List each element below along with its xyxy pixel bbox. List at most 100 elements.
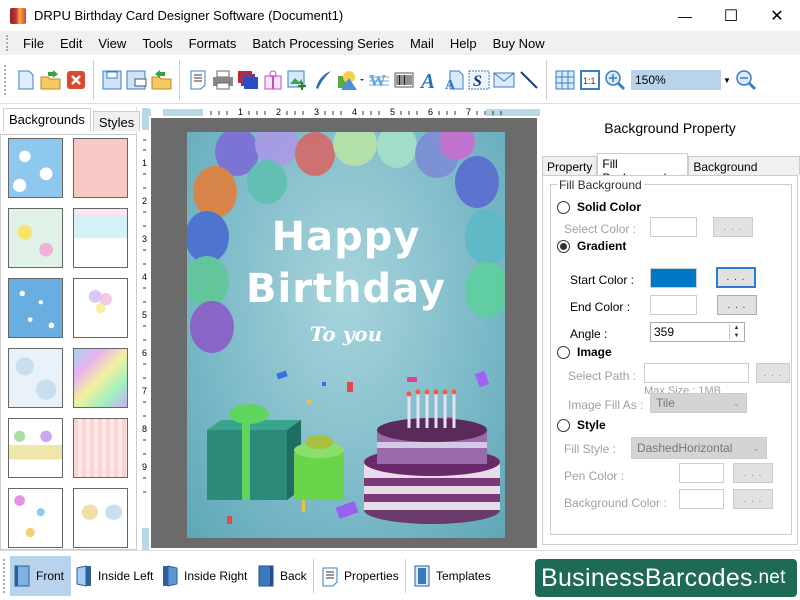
menu-file[interactable]: File	[15, 36, 52, 51]
actual-size-button[interactable]: 1:1	[579, 69, 601, 91]
thumbnail-hearts-stripes[interactable]	[73, 418, 128, 478]
signature-button[interactable]: S	[468, 69, 490, 91]
menu-help[interactable]: Help	[442, 36, 485, 51]
menu-batch-processing[interactable]: Batch Processing Series	[244, 36, 402, 51]
menu-tools[interactable]: Tools	[134, 36, 180, 51]
insert-image-button[interactable]	[287, 69, 309, 91]
page-back-button[interactable]: Back	[254, 556, 311, 596]
watermark-button[interactable]: W	[368, 69, 390, 91]
bottom-bar-separator	[405, 559, 406, 593]
page-inside-left-button[interactable]: Inside Left	[72, 556, 157, 596]
barcode-button[interactable]	[393, 69, 415, 91]
svg-text:S: S	[473, 73, 482, 90]
image-label: Image	[577, 345, 612, 359]
angle-spinner[interactable]: 359 ▲ ▼	[650, 322, 745, 342]
gift-button[interactable]	[262, 69, 284, 91]
toolbar-separator	[546, 60, 547, 100]
style-background-color-swatch[interactable]	[679, 489, 724, 509]
card-text-to-you[interactable]: To you	[187, 322, 505, 346]
image-path-input[interactable]	[644, 363, 749, 383]
word-art-button[interactable]: A	[443, 69, 465, 91]
thumbnail-pastel-landscape[interactable]	[73, 208, 128, 268]
spinner-arrows-icon[interactable]: ▲ ▼	[729, 324, 743, 340]
close-button[interactable]: ✕	[754, 0, 800, 31]
minimize-button[interactable]: —	[662, 0, 708, 31]
menu-mail[interactable]: Mail	[402, 36, 442, 51]
ruler-h-label: 2	[276, 107, 282, 117]
new-document-button[interactable]	[15, 69, 37, 91]
thumbnail-blue-clouds[interactable]	[8, 138, 63, 198]
layers-button[interactable]	[237, 69, 259, 91]
menu-buy-now[interactable]: Buy Now	[485, 36, 553, 51]
birthday-card[interactable]: Happy Birthday To you	[187, 132, 505, 538]
shapes-button[interactable]	[337, 69, 365, 91]
thumbnail-colorful-hearts[interactable]	[8, 488, 63, 548]
solid-color-browse-button[interactable]: . . .	[713, 217, 753, 237]
open-button[interactable]	[40, 69, 62, 91]
thumbnail-balloon-bunches[interactable]	[73, 488, 128, 548]
style-radio[interactable]: Style	[557, 418, 606, 432]
zoom-dropdown-arrow[interactable]: ▼	[721, 76, 733, 85]
thumbnail-flowers[interactable]	[8, 208, 63, 268]
thumbnail-happy-birthday[interactable]	[8, 418, 63, 478]
save-button[interactable]	[101, 69, 123, 91]
maximize-button[interactable]: ☐	[708, 0, 754, 31]
zoom-level-input[interactable]: 150%	[631, 70, 721, 90]
actual-size-icon: 1:1	[579, 70, 600, 90]
print-button[interactable]	[212, 69, 234, 91]
start-color-label: Start Color :	[570, 273, 635, 287]
zoom-out-button[interactable]	[735, 69, 757, 91]
thumbnail-stars[interactable]	[8, 278, 63, 338]
thumbnail-pink-hearts[interactable]	[73, 138, 128, 198]
end-color-swatch[interactable]	[650, 295, 697, 315]
tab-background-effects[interactable]: Background Effects	[688, 156, 800, 188]
end-color-browse-button[interactable]: . . .	[717, 295, 757, 315]
thumbnail-balloons[interactable]	[73, 278, 128, 338]
text-button[interactable]: A	[418, 69, 440, 91]
gradient-radio[interactable]: Gradient	[557, 239, 626, 253]
save-as-button[interactable]	[126, 69, 148, 91]
menu-formats[interactable]: Formats	[181, 36, 245, 51]
line-button[interactable]	[518, 69, 540, 91]
start-color-browse-button[interactable]: . . .	[716, 267, 756, 288]
card-text-happy[interactable]: Happy	[187, 214, 505, 260]
design-canvas[interactable]: Happy Birthday To you	[151, 118, 537, 548]
ruler-v-label: 8	[142, 424, 148, 434]
tab-backgrounds[interactable]: Backgrounds	[3, 108, 91, 131]
toolbar: W A A S 1:1 150% ▼	[0, 57, 800, 104]
templates-button[interactable]: Templates	[410, 556, 495, 596]
properties-button[interactable]: Properties	[318, 556, 403, 596]
image-path-browse-button[interactable]: . . .	[756, 363, 790, 383]
templates-label: Templates	[436, 569, 491, 583]
fill-style-dropdown[interactable]: DashedHorizontal ⌄	[631, 437, 767, 459]
zoom-in-button[interactable]	[604, 69, 626, 91]
image-radio[interactable]: Image	[557, 345, 612, 359]
card-text-birthday[interactable]: Birthday	[187, 266, 505, 312]
grid-button[interactable]	[554, 69, 576, 91]
page-front-button[interactable]: Front	[10, 556, 71, 596]
page-properties-button[interactable]	[187, 69, 209, 91]
pen-color-swatch[interactable]	[679, 463, 724, 483]
pen-button[interactable]	[312, 69, 334, 91]
email-button[interactable]	[493, 69, 515, 91]
thumbnail-bubbles[interactable]	[8, 348, 63, 408]
tab-property[interactable]: Property	[542, 156, 598, 175]
style-background-color-browse-button[interactable]: . . .	[733, 489, 773, 509]
image-fill-as-dropdown[interactable]: Tile ⌄	[650, 393, 747, 413]
radio-unchecked-icon	[557, 200, 570, 214]
solid-color-radio[interactable]: Solid Color	[557, 200, 641, 214]
menu-edit[interactable]: Edit	[52, 36, 90, 51]
tab-fill-background[interactable]: Fill Background	[597, 153, 689, 185]
thumbnail-rainbow[interactable]	[73, 348, 128, 408]
page-inside-right-button[interactable]: Inside Right	[158, 556, 251, 596]
close-document-button[interactable]	[65, 69, 87, 91]
watermark-icon: W	[368, 71, 389, 90]
tab-styles[interactable]: Styles	[92, 111, 141, 131]
solid-color-swatch[interactable]	[650, 217, 697, 237]
ruler-h-label: 6	[428, 107, 434, 117]
ruler-v-label: 3	[142, 234, 148, 244]
menu-view[interactable]: View	[90, 36, 134, 51]
export-button[interactable]	[151, 69, 173, 91]
start-color-swatch[interactable]	[650, 268, 697, 288]
pen-color-browse-button[interactable]: . . .	[733, 463, 773, 483]
